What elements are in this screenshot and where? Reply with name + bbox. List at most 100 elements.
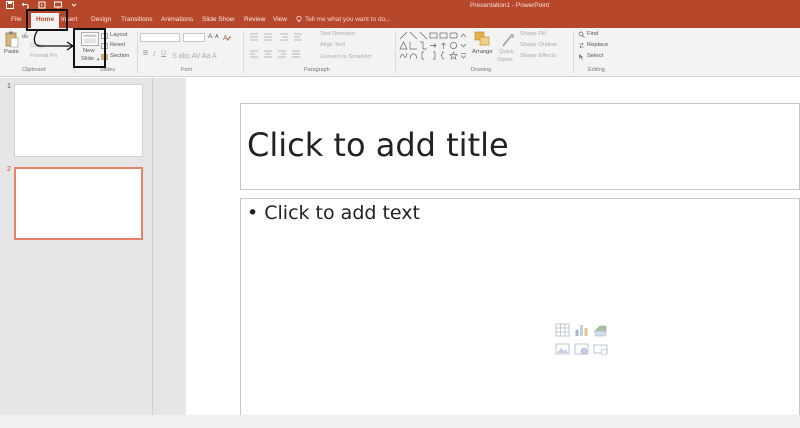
quick-access-toolbar (6, 1, 78, 9)
insert-online-picture-icon[interactable] (574, 342, 589, 356)
window-title: Presentation1 - PowerPoint (470, 2, 550, 9)
insert-smartart-icon[interactable] (593, 323, 608, 337)
increase-font-size-icon[interactable]: A (208, 33, 212, 40)
line-shape-icon[interactable] (419, 31, 428, 40)
line-shape-icon[interactable] (399, 31, 408, 40)
clipboard-group-label: Clipboard (22, 67, 46, 73)
slide-thumbnail-pane[interactable]: 1 2 (0, 78, 153, 415)
shape-effects-button[interactable]: Shape Effects (520, 53, 556, 59)
title-placeholder-text: Click to add title (247, 126, 509, 164)
slide-number: 1 (7, 83, 11, 90)
arrow-shape-icon[interactable] (439, 41, 448, 50)
paste-button[interactable]: Paste (4, 49, 19, 55)
reset-button[interactable]: Reset (110, 42, 125, 48)
tab-review[interactable]: Review (244, 16, 265, 23)
layout-button[interactable]: Layout (110, 32, 127, 38)
replace-icon (579, 42, 584, 49)
clear-formatting-icon[interactable]: A (223, 33, 231, 41)
insert-chart-icon[interactable] (574, 323, 589, 337)
insert-picture-icon[interactable] (555, 342, 570, 356)
decrease-font-size-icon[interactable]: A (215, 34, 219, 40)
ribbon-tab-bar: File Home Insert Design Transitions Anim… (0, 13, 800, 28)
connector-shape-icon[interactable] (419, 41, 428, 50)
tab-slide-show[interactable]: Slide Show (202, 16, 235, 23)
tell-me-box[interactable]: Tell me what you want to do... (296, 16, 391, 23)
slide-thumbnail-2[interactable] (14, 167, 143, 240)
tab-file[interactable]: File (11, 16, 21, 23)
line-shape-icon[interactable] (409, 31, 418, 40)
rectangle-shape-icon[interactable] (429, 31, 438, 40)
select-button[interactable]: Select (587, 53, 603, 59)
bracket-shape-icon[interactable] (419, 51, 428, 60)
svg-text:S abc AV Aa A: S abc AV Aa A (172, 53, 217, 59)
curve-shape-icon[interactable] (409, 51, 418, 60)
ribbon-home: Paste Copy Format Pa Clipboard New Slide… (0, 28, 800, 77)
title-placeholder[interactable]: Click to add title (240, 103, 800, 190)
content-placeholder[interactable]: • Click to add text (240, 198, 800, 418)
redo-icon[interactable] (38, 1, 46, 9)
undo-icon[interactable] (22, 1, 30, 9)
tell-me-placeholder: Tell me what you want to do... (305, 16, 391, 23)
arrange-icon (474, 31, 490, 46)
shape-fill-button[interactable]: Shape Fill (520, 31, 546, 37)
connector-shape-icon[interactable] (409, 41, 418, 50)
arrow-shape-icon[interactable] (429, 41, 438, 50)
content-placeholder-text: • Click to add text (247, 202, 420, 224)
group-separator (395, 31, 396, 73)
gallery-scroll-icon[interactable] (459, 31, 468, 40)
oval-shape-icon[interactable] (449, 41, 458, 50)
status-bar (0, 415, 800, 428)
save-icon[interactable] (6, 1, 14, 9)
arrange-button[interactable]: Arrange (472, 49, 493, 55)
rectangle-shape-icon[interactable] (439, 31, 448, 40)
text-direction-button[interactable]: Text Direction (320, 31, 355, 37)
section-button[interactable]: Section (110, 53, 129, 59)
paste-icon (5, 31, 19, 48)
find-icon (578, 31, 585, 38)
gallery-scroll-icon[interactable] (459, 41, 468, 50)
brace-shape-icon[interactable] (439, 51, 448, 60)
underline-button[interactable]: U (161, 50, 166, 57)
font-size-combobox[interactable] (183, 33, 205, 42)
arrow-shape-icon[interactable] (399, 41, 408, 50)
gallery-more-icon[interactable] (459, 51, 468, 60)
font-name-combobox[interactable] (140, 33, 180, 42)
slide-thumbnail-1[interactable] (14, 84, 143, 157)
tab-design[interactable]: Design (91, 16, 111, 23)
tab-animations[interactable]: Animations (161, 16, 193, 23)
slide-number: 2 (7, 166, 11, 173)
list-indent-icons[interactable] (248, 33, 314, 41)
italic-button[interactable]: I (153, 50, 155, 58)
customize-qat-icon[interactable] (70, 1, 78, 9)
cut-icon[interactable] (22, 32, 28, 38)
find-button[interactable]: Find (587, 31, 598, 37)
quick-styles-button[interactable]: Styles (497, 57, 513, 63)
bold-button[interactable]: B (143, 50, 148, 57)
highlight-box-new-slide (73, 28, 106, 68)
replace-button[interactable]: Replace (587, 42, 608, 48)
group-separator (243, 31, 244, 73)
insert-video-icon[interactable] (593, 342, 608, 356)
lightbulb-icon (296, 16, 302, 22)
drawing-group-label: Drawing (471, 67, 492, 73)
title-bar: Presentation1 - PowerPoint (0, 0, 800, 13)
start-slideshow-icon[interactable] (54, 1, 62, 9)
shapes-gallery[interactable] (399, 31, 469, 63)
rounded-rectangle-shape-icon[interactable] (449, 31, 458, 40)
annotation-arrow-icon (33, 29, 75, 51)
quick-styles-icon (502, 34, 514, 47)
group-separator (137, 31, 138, 73)
shape-outline-button[interactable]: Shape Outline (520, 42, 557, 48)
tab-transitions[interactable]: Transitions (121, 16, 153, 23)
curve-shape-icon[interactable] (399, 51, 408, 60)
align-text-button[interactable]: Align Text (320, 42, 345, 48)
font-effects-icon[interactable]: S abc AV Aa A (172, 51, 222, 59)
bracket-shape-icon[interactable] (429, 51, 438, 60)
tab-view[interactable]: View (273, 16, 287, 23)
star-shape-icon[interactable] (449, 51, 458, 60)
group-separator (573, 31, 574, 73)
paragraph-group-label: Paragraph (304, 67, 330, 73)
alignment-icons[interactable] (248, 50, 314, 58)
insert-table-icon[interactable] (555, 323, 570, 337)
convert-to-smartart-button[interactable]: Convert to SmartArt (320, 54, 371, 60)
